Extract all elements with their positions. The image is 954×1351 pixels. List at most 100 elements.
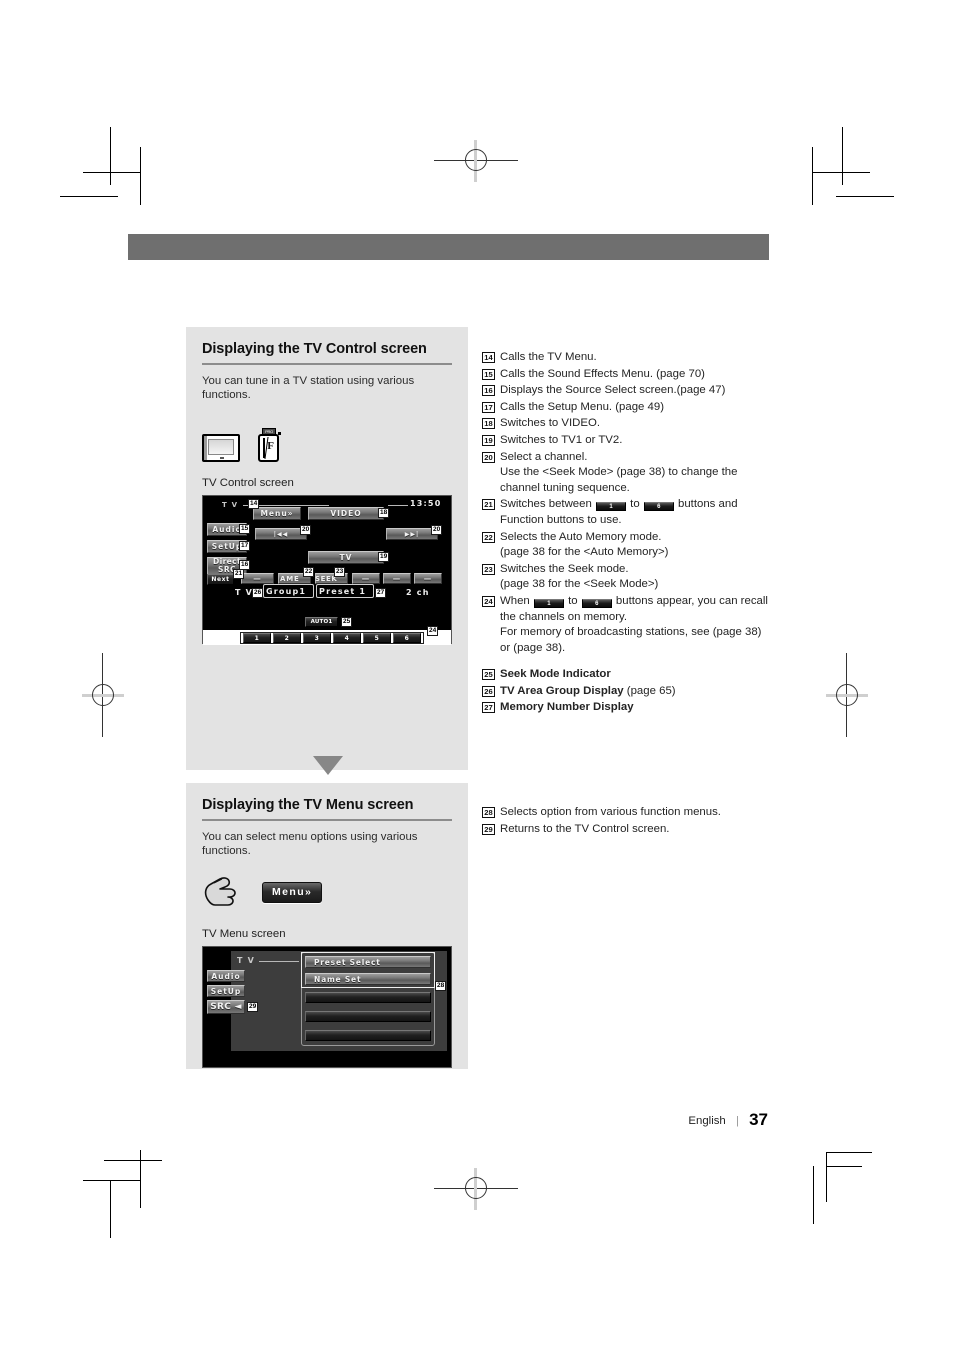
- callout-number: 17: [482, 401, 495, 413]
- screen-next-button[interactable]: Next: [207, 574, 234, 585]
- callout-text: Selects option from various function men…: [500, 806, 721, 818]
- callout-item-28: 28 Selects option from various function …: [482, 805, 772, 821]
- callout-number: 16: [482, 385, 495, 397]
- tv-menu-section-description: You can select menu options using variou…: [202, 831, 418, 857]
- callout-text: Switches to TV1 or TV2.: [500, 433, 623, 446]
- callout-text-bold: TV Area Group Display: [500, 684, 624, 697]
- screen-preset-key-4[interactable]: 4: [333, 633, 361, 643]
- screen-clock: 13:50: [410, 499, 442, 508]
- menu-setup-button[interactable]: SetUp: [207, 985, 245, 997]
- menu-item-name-set[interactable]: Name Set: [305, 973, 431, 985]
- callout-chip-19: 19: [378, 552, 390, 562]
- callout-chip-25: 25: [341, 617, 353, 627]
- callout-chip-18: 18: [378, 508, 390, 518]
- menu-item-preset-select[interactable]: Preset Select: [305, 956, 431, 968]
- callout-number: 18: [482, 418, 495, 430]
- footer-language: English: [688, 1115, 726, 1127]
- callout-item-16: 16 Displays the Source Select screen.(pa…: [482, 383, 772, 399]
- callout-number: 20: [482, 451, 495, 463]
- callout-chip-22: 22: [303, 567, 315, 577]
- callout-chip-15: 15: [239, 524, 251, 534]
- callout-chip-20a: 20: [300, 525, 312, 535]
- callout-item-18: 18 Switches to VIDEO.: [482, 416, 772, 432]
- callout-text: Calls the TV Menu.: [500, 351, 597, 363]
- screen-preset-key-5[interactable]: 5: [363, 633, 391, 643]
- callout-item-27: 27 Memory Number Display: [482, 700, 772, 716]
- callout-item-15: 15 Calls the Sound Effects Menu. (page 7…: [482, 367, 772, 383]
- footer-separator: |: [735, 1115, 739, 1127]
- callout-number: 15: [482, 368, 495, 380]
- tv-menu-section-panel: Displaying the TV Menu screen You can se…: [186, 783, 468, 1069]
- callout-text: Returns to the TV Control screen.: [500, 822, 670, 835]
- tv-control-screen-caption: TV Control screen: [202, 477, 294, 489]
- inline-preset-key-6: 6: [581, 598, 612, 608]
- clock-leader-line: [388, 505, 408, 506]
- screen-video-button[interactable]: VIDEO: [308, 507, 384, 520]
- menu-item-empty-5[interactable]: [305, 1030, 431, 1041]
- callout-list-main: 14 Calls the TV Menu. 15 Calls the Sound…: [482, 350, 772, 717]
- inline-preset-key-1: 1: [595, 502, 626, 512]
- callout-number: 22: [482, 531, 495, 543]
- tv-menu-section-title: Displaying the TV Menu screen: [202, 797, 414, 813]
- screen-function-button-4[interactable]: —: [414, 573, 442, 584]
- inline-preset-key-6: 6: [643, 502, 674, 512]
- callout-chip-17: 17: [239, 541, 251, 551]
- callout-text: Switches the Seek mode. (page 38 for the…: [500, 562, 659, 591]
- callout-item-17: 17 Calls the Setup Menu. (page 49): [482, 400, 772, 416]
- callout-item-14: 14 Calls the TV Menu.: [482, 350, 772, 366]
- callout-chip-26: 26: [252, 588, 264, 598]
- title-divider: [202, 363, 452, 365]
- callout-chip-29: 29: [247, 1002, 259, 1012]
- callout-number: 23: [482, 563, 495, 575]
- screen-ame-label: AME: [280, 575, 300, 583]
- callout-text: Memory Number Display: [500, 701, 634, 714]
- screen-tv-text: T V: [235, 588, 254, 597]
- screen-preset-key-3[interactable]: 3: [303, 633, 331, 643]
- menu-src-button[interactable]: SRC ◄: [207, 1000, 245, 1014]
- menu-source-label: T V: [237, 956, 256, 965]
- callout-chip-20b: 20: [431, 525, 443, 535]
- callout-number: 19: [482, 434, 495, 446]
- screen-tv-button[interactable]: TV: [308, 551, 384, 564]
- callout-item-29: 29 Returns to the TV Control screen.: [482, 822, 772, 838]
- screen-function-button-3[interactable]: —: [383, 573, 411, 584]
- callout-text: When 1 to 6 buttons appear, you can reca…: [500, 594, 768, 654]
- screen-preset-display: Preset 1: [319, 587, 367, 596]
- tv-menu-screen-mock: T V Audio SetUp SRC ◄ Preset Select Name…: [202, 946, 452, 1068]
- callout-number: 28: [482, 807, 495, 818]
- callout-item-22: 22 Selects the Auto Memory mode. (page 3…: [482, 530, 772, 561]
- menu-audio-button[interactable]: Audio: [207, 970, 245, 982]
- menu-button[interactable]: Menu»: [262, 881, 323, 903]
- menu-item-empty-4[interactable]: [305, 1011, 431, 1022]
- callout-text: Select a channel. Use the <Seek Mode> (p…: [500, 450, 738, 494]
- callout-text: Switches to VIDEO.: [500, 417, 601, 430]
- callout-item-25: 25 Seek Mode Indicator: [482, 667, 772, 683]
- callout-number: 26: [482, 685, 495, 697]
- header-banner: [128, 234, 769, 260]
- callout-text: Selects the Auto Memory mode. (page 38 f…: [500, 530, 669, 559]
- callout-item-20: 20 Select a channel. Use the <Seek Mode>…: [482, 450, 772, 497]
- callout-text: Displays the Source Select screen.(page …: [500, 384, 726, 397]
- menu-item-empty-3[interactable]: [305, 992, 431, 1003]
- screen-function-button-2[interactable]: —: [352, 573, 380, 584]
- screen-menu-button[interactable]: Menu»: [253, 507, 301, 520]
- callout-chip-24: 24: [427, 626, 439, 636]
- screen-group-display: Group1: [266, 587, 307, 596]
- screen-source-label: T V: [222, 501, 239, 509]
- tv-control-screen-mock: T V 13:50 Menu» VIDEO Audio SetUp Direct…: [202, 495, 452, 645]
- tv-control-section-description: You can tune in a TV station using vario…: [202, 375, 415, 401]
- remote-control-icon: PRO F: [256, 428, 281, 462]
- callout-number: 24: [482, 595, 495, 607]
- callout-item-23: 23 Switches the Seek mode. (page 38 for …: [482, 562, 772, 593]
- screen-preset-key-1[interactable]: 1: [243, 633, 271, 643]
- screen-preset-key-6[interactable]: 6: [393, 633, 421, 643]
- screen-function-button-1[interactable]: —: [241, 573, 274, 584]
- monitor-icon: [202, 434, 240, 462]
- tv-control-icon-row: PRO F: [202, 418, 452, 462]
- callout-number: 21: [482, 499, 495, 511]
- callout-text: Seek Mode Indicator: [500, 668, 611, 681]
- callout-item-26: 26 TV Area Group Display (page 65): [482, 684, 772, 700]
- callout-chip-21: 21: [233, 569, 245, 579]
- screen-preset-key-2[interactable]: 2: [273, 633, 301, 643]
- callout-text: TV Area Group Display (page 65): [500, 684, 772, 700]
